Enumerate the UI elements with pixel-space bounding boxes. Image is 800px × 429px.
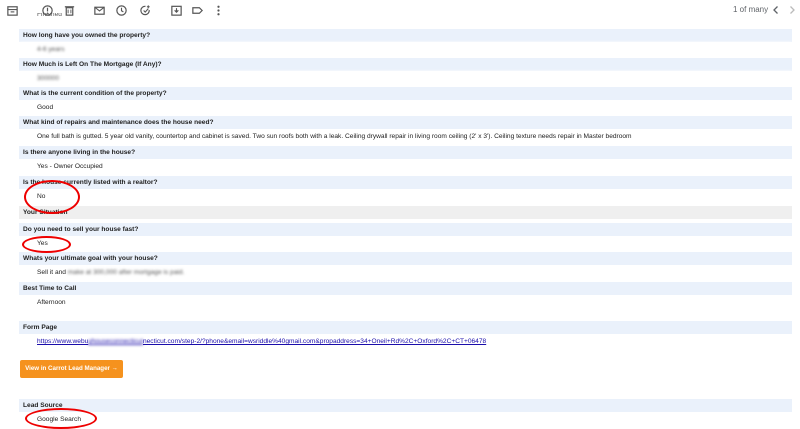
chevron-right-icon[interactable]	[785, 3, 799, 17]
form-page-url-start[interactable]: https://www.webu	[37, 338, 88, 345]
highlight-circle	[25, 408, 97, 429]
answer-value: 4-6 years	[19, 42, 792, 58]
lead-source-label: Lead Source	[19, 399, 792, 412]
pagination-count: 1 of many	[733, 5, 769, 14]
form-page-url-end[interactable]: necticut.com/step-2/?phone&email=wsriddl…	[143, 338, 486, 345]
more-icon[interactable]	[212, 4, 225, 17]
answer-value: No	[19, 189, 792, 205]
archive-icon[interactable]	[6, 4, 19, 17]
question-label: Is there anyone living in the house?	[19, 146, 792, 159]
chevron-left-icon[interactable]	[769, 3, 783, 17]
answer-value: Afternoon	[19, 295, 792, 311]
question-label: What kind of repairs and maintenance doe…	[19, 116, 792, 129]
answer-value: Yes - Owner Occupied	[19, 159, 792, 175]
move-to-icon[interactable]	[170, 4, 183, 17]
cut-off-answer: Finished	[37, 13, 62, 18]
answer-value: Yes	[19, 236, 792, 252]
form-page-url-redacted[interactable]: yhouseconnecticut	[88, 338, 143, 345]
add-task-icon[interactable]	[139, 4, 152, 17]
answer-text-redacted: make at 300,000 after mortgage is paid.	[67, 269, 185, 276]
answer-value: Sell it and make at 300,000 after mortga…	[19, 265, 792, 281]
question-label: How long have you owned the property?	[19, 29, 792, 42]
section-heading: Your Situation	[19, 206, 792, 219]
question-label: What is the current condition of the pro…	[19, 87, 792, 100]
question-label: Do you need to sell your house fast?	[19, 223, 792, 236]
answer-value: 300000	[19, 71, 792, 87]
question-label: Is the house currently listed with a rea…	[19, 176, 792, 189]
question-label: Best Time to Call	[19, 282, 792, 295]
form-page-link[interactable]: https://www.webuyhouseconnecticutnecticu…	[19, 334, 792, 350]
delete-icon[interactable]	[63, 4, 76, 17]
gmail-toolbar: 1 of many	[0, 0, 800, 22]
question-label: Whats your ultimate goal with your house…	[19, 252, 792, 265]
highlight-circle	[24, 180, 80, 214]
view-in-lead-manager-button[interactable]: View in Carrot Lead Manager →	[20, 360, 123, 378]
label-icon[interactable]	[191, 4, 204, 17]
answer-text-visible: Sell it and	[37, 269, 68, 276]
answer-value: Good	[19, 100, 792, 116]
answer-value: One full bath is gutted. 5 year old vani…	[19, 129, 792, 145]
form-page-label: Form Page	[19, 321, 792, 334]
mark-unread-icon[interactable]	[93, 4, 106, 17]
snooze-icon[interactable]	[115, 4, 128, 17]
highlight-circle	[22, 236, 71, 253]
lead-source-value: Google Search	[19, 412, 792, 428]
question-label: How Much is Left On The Mortgage (If Any…	[19, 58, 792, 71]
